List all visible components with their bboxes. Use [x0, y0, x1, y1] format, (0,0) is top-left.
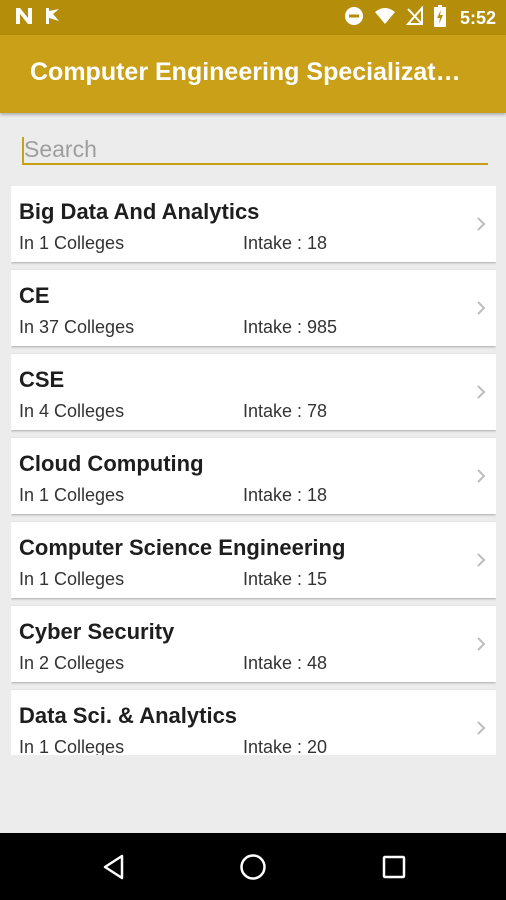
chevron-right-icon — [476, 636, 486, 657]
text-caret — [22, 137, 24, 165]
page-title: Computer Engineering Specializat… — [30, 58, 461, 86]
status-bar-right: 5:52 — [344, 4, 496, 32]
intake-count: Intake : 18 — [243, 233, 328, 253]
home-icon[interactable] — [239, 853, 267, 881]
chevron-right-icon — [476, 384, 486, 405]
app-bar: Computer Engineering Specializat… — [0, 35, 506, 113]
back-icon[interactable] — [100, 853, 128, 881]
wifi-icon — [374, 7, 396, 30]
colleges-count: In 37 Colleges — [19, 317, 135, 337]
specialization-name: Big Data And Analytics — [19, 199, 260, 224]
intake-count: Intake : 18 — [243, 485, 328, 505]
chevron-right-icon — [476, 552, 486, 573]
chevron-right-icon — [476, 720, 486, 741]
intake-count: Intake : 20 — [243, 737, 328, 755]
status-bar: 5:52 — [0, 0, 506, 35]
colleges-count: In 1 Colleges — [19, 233, 125, 253]
colleges-count: In 1 Colleges — [19, 569, 125, 589]
specialization-list[interactable]: Big Data And Analytics In 1 Colleges Int… — [11, 186, 496, 755]
status-time: 5:52 — [459, 7, 496, 28]
intake-count: Intake : 48 — [243, 653, 328, 673]
intake-count: Intake : 78 — [243, 401, 328, 421]
no-signal-icon — [405, 4, 424, 31]
intake-count: Intake : 985 — [243, 317, 338, 337]
recents-icon[interactable] — [380, 853, 408, 881]
list-item[interactable]: CE In 37 Colleges Intake : 985 — [11, 270, 496, 346]
colleges-count: In 4 Colleges — [19, 401, 125, 421]
list-item[interactable]: Cloud Computing In 1 Colleges Intake : 1… — [11, 438, 496, 514]
list-item[interactable]: Computer Science Engineering In 1 Colleg… — [11, 522, 496, 598]
status-bar-left — [14, 7, 62, 29]
list-item[interactable]: Data Sci. & Analytics In 1 Colleges Inta… — [11, 690, 496, 755]
navigation-bar — [0, 833, 506, 900]
chevron-right-icon — [476, 468, 486, 489]
colleges-count: In 2 Colleges — [19, 653, 125, 673]
search-box[interactable] — [22, 135, 488, 167]
colleges-count: In 1 Colleges — [19, 485, 125, 505]
search-input[interactable] — [22, 135, 488, 165]
list-item[interactable]: CSE In 4 Colleges Intake : 78 — [11, 354, 496, 430]
specialization-name: Cyber Security — [19, 619, 175, 644]
specialization-name: Data Sci. & Analytics — [19, 703, 238, 728]
colleges-count: In 1 Colleges — [19, 737, 125, 755]
n-notification-icon — [14, 7, 34, 30]
specialization-name: CE — [19, 283, 50, 308]
list-item[interactable]: Big Data And Analytics In 1 Colleges Int… — [11, 186, 496, 262]
battery-icon — [433, 4, 446, 32]
flag-notification-icon — [44, 7, 62, 30]
chevron-right-icon — [476, 216, 486, 237]
specialization-name: Computer Science Engineering — [19, 535, 346, 560]
list-item[interactable]: Cyber Security In 2 Colleges Intake : 48 — [11, 606, 496, 682]
chevron-right-icon — [476, 300, 486, 321]
do-not-disturb-icon — [344, 6, 364, 31]
specialization-name: Cloud Computing — [19, 451, 204, 476]
specialization-name: CSE — [19, 367, 65, 392]
intake-count: Intake : 15 — [243, 569, 328, 589]
